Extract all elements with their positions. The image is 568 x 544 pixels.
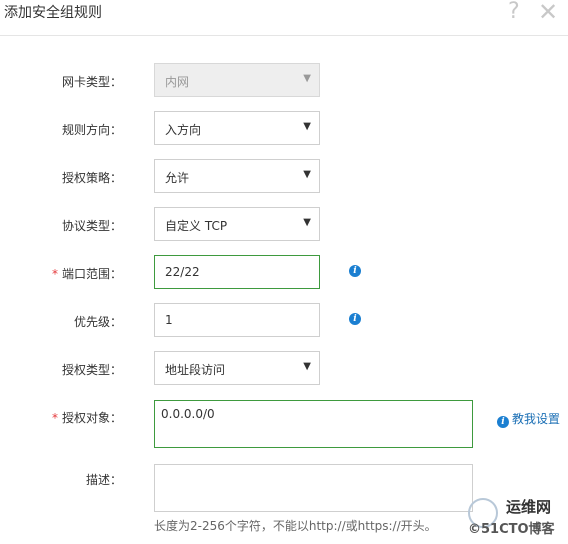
auth-type-value: 地址段访问	[165, 363, 226, 377]
direction-value: 入方向	[165, 123, 202, 137]
watermark-top: 运维网	[506, 498, 552, 516]
nic-type-value: 内网	[165, 75, 190, 89]
chevron-down-icon: ▼	[303, 73, 311, 84]
port-range-label: * 端口范围：	[52, 265, 122, 282]
close-icon[interactable]: ✕	[538, 0, 558, 26]
nic-type-label: 网卡类型：	[61, 75, 122, 89]
help-icon[interactable]: ?	[508, 0, 520, 26]
required-mark: *	[51, 267, 58, 281]
port-range-label-text: 端口范围：	[61, 267, 122, 281]
auth-object-label-text: 授权对象：	[61, 411, 122, 425]
auth-object-textarea[interactable]: 0.0.0.0/0	[154, 400, 473, 448]
protocol-value: 自定义 TCP	[165, 219, 228, 233]
priority-value: 1	[165, 313, 173, 327]
help-setup-link[interactable]: i 教我设置	[497, 410, 560, 428]
direction-label: 规则方向：	[61, 123, 122, 137]
dialog-header: 添加安全组规则 ? ✕	[0, 0, 568, 36]
auth-type-select[interactable]: 地址段访问 ▼	[154, 351, 320, 385]
form-row-port-range: * 端口范围： 22/22 i	[0, 255, 568, 291]
description-label: 描述：	[85, 473, 122, 487]
form-row-protocol: 协议类型： 自定义 TCP ▼	[0, 207, 568, 243]
required-mark: *	[51, 411, 58, 425]
port-range-value: 22/22	[165, 265, 200, 279]
watermark: 运维网 ©51CTO博客	[468, 496, 564, 540]
chevron-down-icon: ▼	[303, 121, 311, 132]
form-row-auth-type: 授权类型： 地址段访问 ▼	[0, 351, 568, 387]
priority-input[interactable]: 1	[154, 303, 320, 337]
info-icon[interactable]: i	[349, 265, 361, 277]
chevron-down-icon: ▼	[303, 217, 311, 228]
auth-object-value: 0.0.0.0/0	[161, 407, 215, 421]
description-hint: 长度为2-256个字符，不能以http://或https://开头。	[154, 519, 437, 533]
chevron-down-icon: ▼	[303, 169, 311, 180]
port-range-input[interactable]: 22/22	[154, 255, 320, 289]
policy-value: 允许	[165, 171, 190, 185]
watermark-bottom: ©51CTO博客	[468, 522, 555, 537]
policy-label: 授权策略：	[61, 171, 122, 185]
protocol-select[interactable]: 自定义 TCP ▼	[154, 207, 320, 241]
form-row-policy: 授权策略： 允许 ▼	[0, 159, 568, 195]
nic-type-select: 内网 ▼	[154, 63, 320, 97]
form-row-direction: 规则方向： 入方向 ▼	[0, 111, 568, 147]
help-setup-text: 教我设置	[512, 412, 561, 426]
policy-select[interactable]: 允许 ▼	[154, 159, 320, 193]
priority-label: 优先级：	[73, 315, 122, 329]
chevron-down-icon: ▼	[303, 361, 311, 372]
direction-select[interactable]: 入方向 ▼	[154, 111, 320, 145]
protocol-label: 协议类型：	[61, 219, 122, 233]
info-icon: i	[497, 416, 509, 428]
info-icon[interactable]: i	[349, 313, 361, 325]
description-textarea[interactable]	[154, 464, 473, 512]
auth-object-label: * 授权对象：	[52, 409, 122, 426]
auth-type-label: 授权类型：	[61, 363, 122, 377]
form-row-nic-type: 网卡类型： 内网 ▼	[0, 63, 568, 99]
dialog-title: 添加安全组规则	[4, 5, 102, 21]
form-row-priority: 优先级： 1 i	[0, 303, 568, 339]
